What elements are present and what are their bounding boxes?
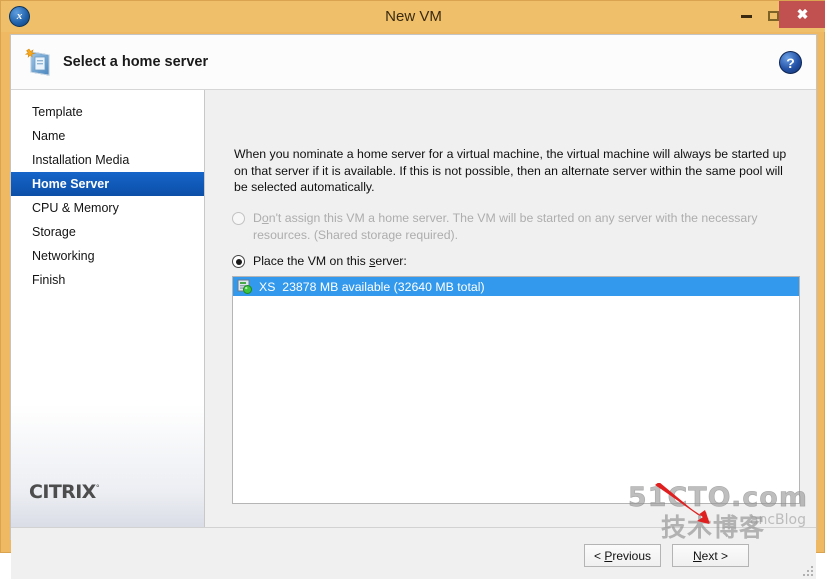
sidebar-item-home-server[interactable]: Home Server xyxy=(11,172,204,196)
close-button[interactable]: ✖ xyxy=(779,1,825,28)
sidebar-item-finish[interactable]: Finish xyxy=(11,268,204,292)
sidebar-item-cpu-memory[interactable]: CPU & Memory xyxy=(11,196,204,220)
wizard-main-panel: When you nominate a home server for a vi… xyxy=(206,90,816,527)
help-icon[interactable]: ? xyxy=(779,51,802,74)
citrix-logo: CITRIX° xyxy=(29,481,100,503)
sidebar-item-networking[interactable]: Networking xyxy=(11,244,204,268)
wizard-footer: < Previous Next > xyxy=(11,528,816,579)
sidebar-item-label: Name xyxy=(32,129,66,143)
minimize-icon xyxy=(740,14,752,18)
sidebar-item-label: Template xyxy=(32,105,83,119)
server-list-row-label: XS 23878 MB available (32640 MB total) xyxy=(259,279,485,294)
sidebar-item-installation-media[interactable]: Installation Media xyxy=(11,148,204,172)
radio-place-on-server[interactable]: Place the VM on this server: xyxy=(232,253,407,270)
resize-grip[interactable] xyxy=(802,565,813,576)
new-vm-icon xyxy=(23,46,55,78)
radio-no-home-server-label: Don't assign this VM a home server. The … xyxy=(253,211,758,242)
citrix-logo-tm: ° xyxy=(95,483,100,493)
server-list-box[interactable]: XS 23878 MB available (32640 MB total) xyxy=(232,276,800,504)
close-icon: ✖ xyxy=(796,6,809,22)
wizard-sidebar: Template Name Installation Media Home Se… xyxy=(11,90,205,527)
sidebar-item-storage[interactable]: Storage xyxy=(11,220,204,244)
page-title: Select a home server xyxy=(63,54,209,70)
sidebar-item-name[interactable]: Name xyxy=(11,124,204,148)
next-button-label: Next > xyxy=(692,548,729,563)
sidebar-item-label: Storage xyxy=(32,225,76,239)
wizard-header: Select a home server ? xyxy=(11,35,816,90)
radio-button-icon xyxy=(232,255,245,268)
next-button[interactable]: Next > xyxy=(672,544,749,567)
citrix-logo-text: CITRIX xyxy=(29,481,96,503)
sidebar-item-label: CPU & Memory xyxy=(32,201,119,215)
server-icon xyxy=(237,279,253,294)
sidebar-item-label: Finish xyxy=(32,273,66,287)
new-vm-dialog: x New VM ✖ Select a home server ? Templa… xyxy=(0,0,825,579)
sidebar-item-label: Installation Media xyxy=(32,153,130,167)
maximize-icon xyxy=(767,11,779,21)
sidebar-item-template[interactable]: Template xyxy=(11,100,204,124)
minimize-button[interactable] xyxy=(731,3,761,29)
previous-button-label: < Previous xyxy=(593,548,652,563)
title-bar: x New VM ✖ xyxy=(1,1,825,32)
sidebar-item-label: Networking xyxy=(32,249,95,263)
help-glyph: ? xyxy=(786,54,795,71)
radio-no-home-server: Don't assign this VM a home server. The … xyxy=(232,210,804,243)
window-title: New VM xyxy=(385,8,442,25)
radio-place-on-server-label: Place the VM on this server: xyxy=(253,254,407,268)
intro-description: When you nominate a home server for a vi… xyxy=(234,147,787,194)
radio-button-icon xyxy=(232,212,245,225)
server-list-row[interactable]: XS 23878 MB available (32640 MB total) xyxy=(233,277,799,296)
previous-button[interactable]: < Previous xyxy=(584,544,661,567)
wizard-step-list: Template Name Installation Media Home Se… xyxy=(11,100,204,292)
dialog-client-area: Select a home server ? Template Name Ins… xyxy=(10,34,817,579)
sidebar-item-label: Home Server xyxy=(32,177,110,191)
